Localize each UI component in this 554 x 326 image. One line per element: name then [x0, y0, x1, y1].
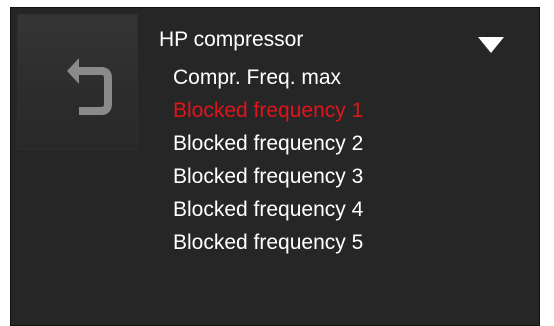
- menu-screen: HP compressor Compr. Freq. max Blocked f…: [10, 7, 540, 326]
- menu-item-blocked-frequency-5[interactable]: Blocked frequency 5: [173, 226, 363, 259]
- menu-item-blocked-frequency-4[interactable]: Blocked frequency 4: [173, 193, 363, 226]
- menu-item-blocked-frequency-1[interactable]: Blocked frequency 1: [173, 94, 363, 127]
- menu-title: HP compressor: [159, 28, 304, 51]
- return-arrow-icon: [67, 58, 112, 115]
- menu-item-compr-freq-max[interactable]: Compr. Freq. max: [173, 61, 363, 94]
- menu-item-blocked-frequency-3[interactable]: Blocked frequency 3: [173, 160, 363, 193]
- menu-list: Compr. Freq. max Blocked frequency 1 Blo…: [173, 61, 363, 259]
- triangle-down-icon[interactable]: [476, 35, 506, 55]
- back-button[interactable]: [17, 14, 138, 150]
- menu-item-blocked-frequency-2[interactable]: Blocked frequency 2: [173, 127, 363, 160]
